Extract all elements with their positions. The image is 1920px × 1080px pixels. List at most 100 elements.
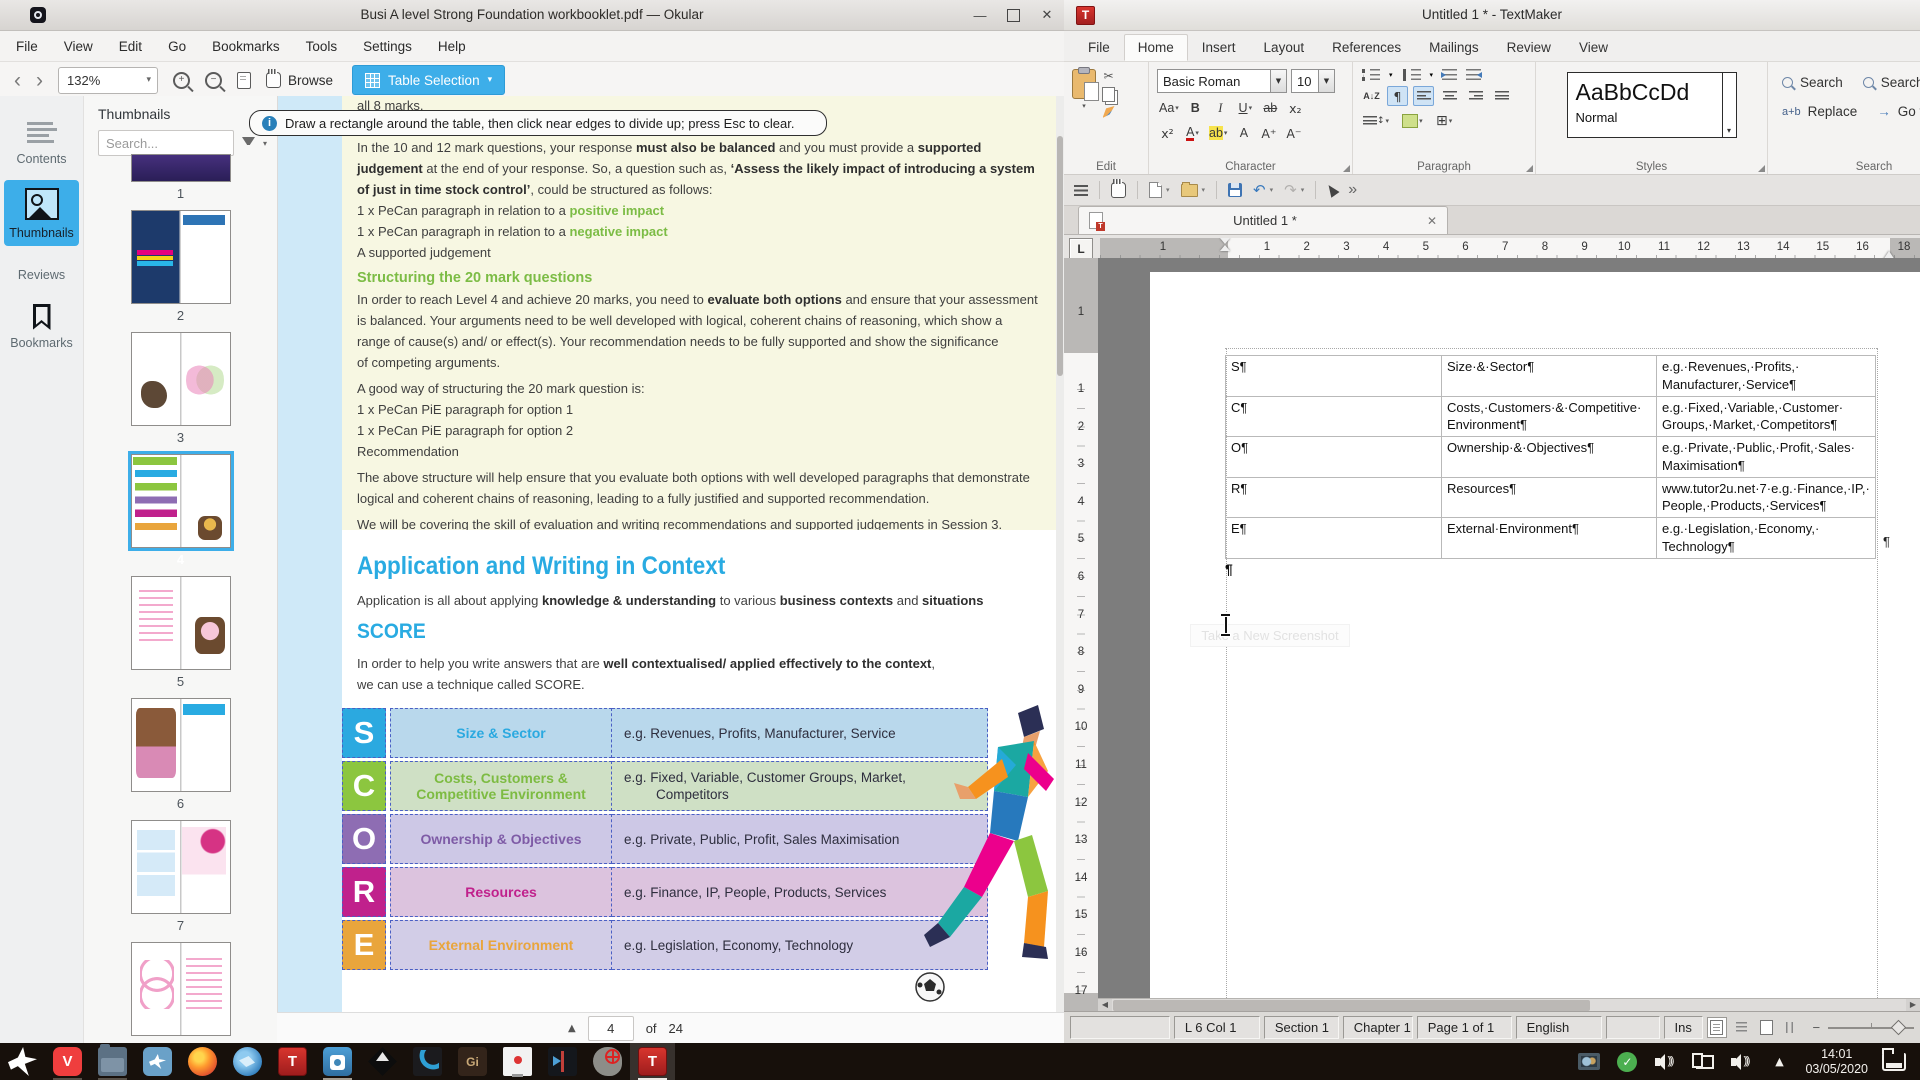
character-format-button[interactable]: A▾ xyxy=(1182,123,1203,143)
page-thumbnail[interactable]: 6 xyxy=(131,698,231,820)
okular-titlebar[interactable]: Busi A level Strong Foundation workbookl… xyxy=(0,0,1064,31)
Layout[interactable]: Layout xyxy=(1250,34,1319,61)
close-icon[interactable]: ✕ xyxy=(1038,8,1056,23)
menu-item[interactable]: Go xyxy=(168,39,186,54)
display-settings-icon[interactable] xyxy=(1577,1049,1601,1075)
scrollbar-thumb[interactable] xyxy=(1057,136,1063,376)
view-mode-outline[interactable] xyxy=(1781,1017,1802,1038)
thumbnail-image[interactable] xyxy=(131,454,231,548)
score-letter-cell[interactable]: R xyxy=(342,867,386,917)
page-up-icon[interactable]: ▲ xyxy=(568,1023,576,1034)
character-format-button[interactable]: A⁻▾ xyxy=(1283,123,1304,143)
taskbar-icon-gimp[interactable]: Gi xyxy=(450,1043,495,1080)
File[interactable]: File xyxy=(1074,34,1124,61)
network-icon[interactable] xyxy=(1691,1049,1715,1075)
taskbar-icon-file-manager[interactable] xyxy=(90,1043,135,1080)
thumbnail-image[interactable] xyxy=(131,820,231,914)
filter-icon[interactable] xyxy=(242,137,255,145)
table-cell-letter[interactable]: C¶ xyxy=(1226,397,1442,438)
character-format-button[interactable]: x²▾ xyxy=(1157,123,1178,143)
zoom-out-icon[interactable]: − xyxy=(1812,1020,1820,1035)
table-cell-example[interactable]: e.g.·Legislation,·Economy,· Technology¶ xyxy=(1657,518,1876,559)
table-cell-letter[interactable]: R¶ xyxy=(1226,478,1442,519)
page-thumbnail[interactable]: 4 xyxy=(131,454,231,576)
formatting-marks-toggle[interactable]: ¶ xyxy=(1387,86,1408,106)
browse-tool[interactable]: Browse xyxy=(266,72,333,88)
page-thumbnail[interactable]: 5 xyxy=(131,576,231,698)
trim-margins-icon[interactable] xyxy=(237,72,251,89)
thumbnail-image[interactable] xyxy=(131,210,231,304)
close-tab-icon[interactable]: ✕ xyxy=(1427,214,1437,228)
pdf-vertical-scrollbar[interactable] xyxy=(1056,96,1064,1043)
table-selection-button[interactable]: Table Selection ▾ xyxy=(352,65,505,95)
taskbar-icon-vivaldi[interactable]: V xyxy=(45,1043,90,1080)
toolbar-overflow-icon[interactable]: » xyxy=(1348,181,1357,199)
Thumbnails[interactable]: Thumbnails xyxy=(4,180,79,246)
open-document-icon[interactable] xyxy=(1181,184,1198,197)
table-cell-example[interactable]: e.g.·Private,·Public,·Profit,·Sales· Max… xyxy=(1657,437,1876,478)
character-format-button[interactable]: I▾ xyxy=(1210,98,1231,118)
character-format-button[interactable]: A⁺▾ xyxy=(1258,123,1279,143)
hand-tool-icon[interactable] xyxy=(1111,182,1126,198)
status-cell[interactable] xyxy=(1070,1016,1170,1039)
taskbar-icon-screenshot-app[interactable] xyxy=(585,1043,630,1080)
style-preview-box[interactable]: AaBbCcDd Normal ▾ xyxy=(1567,72,1737,138)
align-center-button[interactable] xyxy=(1439,86,1460,106)
cut-icon[interactable]: ✂ xyxy=(1103,69,1113,83)
taskbar-icon-kdenlive[interactable] xyxy=(540,1043,585,1080)
table-cell-letter[interactable]: E¶ xyxy=(1226,518,1442,559)
score-letter-cell[interactable]: E xyxy=(342,920,386,970)
page-thumbnail[interactable]: 3 xyxy=(131,332,231,454)
pdf-view[interactable]: all 8 marks. Structuring the 10 and 12 m… xyxy=(278,96,1064,1043)
status-cell[interactable]: Page 1 of 1 xyxy=(1417,1016,1512,1039)
document-page[interactable]: S¶ Size·&·Sector¶ e.g.·Revenues,·Profits… xyxy=(1150,272,1920,1012)
status-cell[interactable]: Ins xyxy=(1664,1016,1703,1039)
align-right-button[interactable] xyxy=(1465,86,1486,106)
page-thumbnail[interactable]: 1 xyxy=(131,154,231,210)
page-thumbnail[interactable]: 7 xyxy=(131,820,231,942)
new-document-icon[interactable] xyxy=(1149,182,1162,198)
audio-output-icon[interactable]: ))) xyxy=(1729,1049,1753,1075)
table-cell-letter[interactable]: O¶ xyxy=(1226,437,1442,478)
document-tab[interactable]: Untitled 1 * ✕ xyxy=(1078,206,1448,234)
status-cell[interactable]: L 6 Col 1 xyxy=(1174,1016,1260,1039)
align-justify-button[interactable] xyxy=(1491,86,1512,106)
first-line-indent-marker[interactable] xyxy=(1220,238,1231,252)
taskbar-icon-screenshot-tool[interactable] xyxy=(315,1043,360,1080)
score-label-cell[interactable]: Ownership & Objectives xyxy=(390,814,612,864)
table-cell-example[interactable]: www.tutor2u.net·7·e.g.·Finance,·IP,· Peo… xyxy=(1657,478,1876,519)
Contents[interactable]: Contents xyxy=(4,112,79,172)
shading-button[interactable]: ▾ xyxy=(1400,111,1425,131)
thumbnail-image[interactable] xyxy=(131,332,231,426)
copy-icon[interactable] xyxy=(1102,87,1115,102)
menu-item[interactable]: Settings xyxy=(363,39,412,54)
volume-icon[interactable]: ))) xyxy=(1653,1049,1677,1075)
table-cell-label[interactable]: External·Environment¶ xyxy=(1442,518,1657,559)
thumbnail-image[interactable] xyxy=(131,154,231,182)
score-example-cell[interactable]: e.g. Legislation, Economy, Technology xyxy=(612,920,988,970)
character-format-button[interactable]: ab▾ xyxy=(1260,98,1281,118)
table-cell-label[interactable]: Resources¶ xyxy=(1442,478,1657,519)
replace-button[interactable]: a+bReplace xyxy=(1782,104,1857,119)
thumbnails-search-input[interactable]: Search... xyxy=(98,130,234,156)
score-letter-cell[interactable]: C xyxy=(342,761,386,811)
goto-button[interactable]: →Go to xyxy=(1877,104,1920,119)
scrollbar-thumb[interactable] xyxy=(1113,1000,1590,1011)
Bookmarks[interactable]: Bookmarks xyxy=(4,296,79,356)
bullet-list-icon[interactable] xyxy=(1362,69,1380,81)
Insert[interactable]: Insert xyxy=(1188,34,1250,61)
chevron-down-icon[interactable]: ▾ xyxy=(1082,102,1086,110)
redo-icon[interactable]: ↷ xyxy=(1284,183,1297,198)
document-table[interactable]: S¶ Size·&·Sector¶ e.g.·Revenues,·Profits… xyxy=(1225,355,1876,559)
taskbar-icon-screen-recorder[interactable] xyxy=(495,1043,540,1080)
character-format-button[interactable]: U▾ xyxy=(1235,98,1256,118)
minimize-icon[interactable]: — xyxy=(971,8,989,23)
zoom-select[interactable]: 132% ▾ xyxy=(58,67,158,94)
search-again-button[interactable]: Search again xyxy=(1863,75,1920,90)
Home[interactable]: Home xyxy=(1124,34,1188,61)
line-spacing-button[interactable]: ↕▾ xyxy=(1361,111,1391,131)
tray-expand-icon[interactable]: ▲ xyxy=(1767,1049,1791,1075)
score-example-cell[interactable]: e.g. Revenues, Profits, Manufacturer, Se… xyxy=(612,708,988,758)
numbered-list-icon[interactable] xyxy=(1403,69,1421,81)
score-label-cell[interactable]: Size & Sector xyxy=(390,708,612,758)
